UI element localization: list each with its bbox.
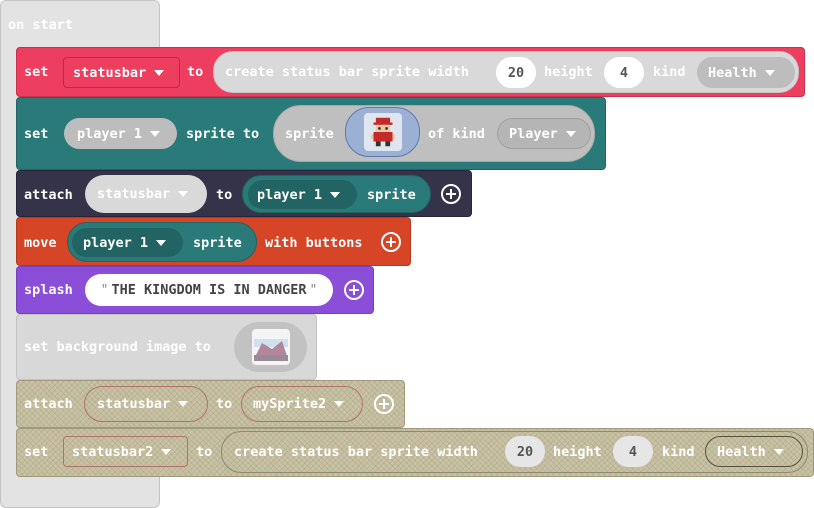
background-image-thumbnail	[251, 329, 290, 365]
on-start-label: on start	[8, 17, 74, 33]
player-variable-label: player 1	[77, 125, 143, 142]
add-icon[interactable]	[374, 394, 394, 414]
player-kind-dropdown[interactable]: Player	[497, 118, 591, 149]
splash-text-input[interactable]: " THE KINGDOM IS IN DANGER "	[85, 274, 333, 306]
kind-dropdown-label: Health	[708, 64, 757, 81]
add-icon[interactable]	[441, 184, 461, 204]
attach2-target-dropdown[interactable]: mySprite2	[241, 386, 363, 422]
create-status-bar-label: create status bar sprite width	[225, 64, 469, 80]
kind2-label: kind	[662, 444, 695, 460]
sprite-to-label: sprite to	[186, 126, 260, 142]
chevron-down-icon	[150, 130, 161, 137]
set2-label: set	[24, 444, 49, 460]
attach2-statusbar-dropdown[interactable]: statusbar	[84, 386, 208, 422]
chevron-down-icon	[330, 191, 341, 198]
attach-label: attach	[24, 187, 73, 203]
sprite-image-field[interactable]	[345, 107, 420, 157]
background-image-field[interactable]	[234, 322, 307, 372]
set-player-label: set	[24, 126, 49, 142]
player-variable-dropdown[interactable]: player 1	[64, 118, 177, 149]
height-input[interactable]: 4	[604, 57, 644, 88]
splash-text: THE KINGDOM IS IN DANGER	[111, 282, 307, 298]
add-icon[interactable]	[381, 232, 401, 252]
chevron-down-icon	[154, 69, 165, 76]
width2-input[interactable]: 20	[505, 436, 545, 467]
player-kind-label: Player	[509, 125, 558, 142]
statusbar-variable-label: statusbar	[73, 64, 147, 81]
set-label: set	[24, 64, 49, 80]
of-kind-label: of kind	[428, 126, 485, 142]
kind-label: kind	[653, 64, 686, 80]
attach2-statusbar-label: statusbar	[97, 396, 171, 412]
with-buttons-label: with buttons	[265, 235, 363, 251]
chevron-down-icon	[156, 239, 167, 246]
sprite-label: sprite	[285, 126, 334, 142]
chevron-down-icon	[764, 69, 775, 76]
attach2-label: attach	[24, 396, 73, 412]
height2-input[interactable]: 4	[613, 436, 653, 467]
attach-target-dropdown[interactable]: player 1	[248, 180, 357, 209]
move-target-label: player 1	[83, 234, 149, 251]
width-input[interactable]: 20	[496, 57, 536, 88]
attach-target-label: player 1	[257, 186, 323, 203]
height2-label: height	[553, 444, 602, 460]
statusbar2-variable-label: statusbar2	[72, 443, 154, 460]
to-label: to	[187, 64, 204, 80]
quote-open-icon: "	[100, 282, 109, 298]
attach2-to-label: to	[216, 396, 233, 412]
attach-statusbar-dropdown[interactable]: statusbar	[85, 175, 207, 213]
move-sprite-label: sprite	[193, 235, 242, 251]
chevron-down-icon	[178, 401, 189, 407]
move-label: move	[24, 235, 57, 251]
kind-dropdown[interactable]: Health	[697, 57, 795, 88]
player-sprite-image	[363, 113, 402, 151]
to2-label: to	[196, 444, 213, 460]
quote-close-icon: "	[309, 282, 318, 298]
attach-to-label: to	[216, 187, 233, 203]
kind2-dropdown-label: Health	[717, 443, 766, 460]
height-label: height	[544, 64, 593, 80]
chevron-down-icon	[178, 191, 189, 197]
set-background-label: set background image to	[24, 339, 211, 355]
attach-sprite-label: sprite	[367, 187, 416, 203]
splash-label: splash	[24, 282, 73, 298]
move-target-dropdown[interactable]: player 1	[72, 228, 183, 257]
chevron-down-icon	[565, 130, 576, 137]
create-status-bar2-label: create status bar sprite width	[234, 444, 478, 460]
chevron-down-icon	[161, 448, 172, 455]
chevron-down-icon	[773, 448, 784, 455]
chevron-down-icon	[334, 401, 345, 407]
statusbar2-variable-dropdown[interactable]: statusbar2	[63, 436, 188, 467]
statusbar-variable-dropdown[interactable]: statusbar	[63, 57, 180, 88]
kind2-dropdown[interactable]: Health	[705, 436, 803, 467]
attach2-target-label: mySprite2	[253, 396, 327, 412]
add-icon[interactable]	[344, 280, 364, 300]
attach-statusbar-label: statusbar	[97, 186, 171, 202]
